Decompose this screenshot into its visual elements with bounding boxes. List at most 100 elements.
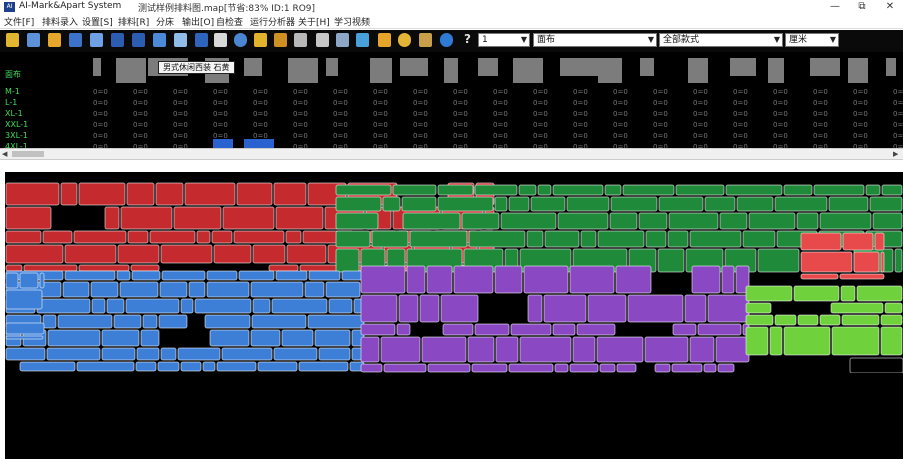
pattern-piece[interactable]: [745, 285, 793, 302]
pattern-piece[interactable]: [5, 206, 52, 230]
size-cell[interactable]: 0=0: [453, 110, 468, 118]
pattern-piece[interactable]: [839, 273, 885, 280]
pattern-piece[interactable]: [527, 294, 543, 323]
pattern-piece[interactable]: [285, 230, 302, 244]
pattern-piece[interactable]: [797, 314, 819, 326]
pattern-piece[interactable]: [604, 184, 622, 196]
piece-thumbnail[interactable]: [560, 58, 600, 76]
print-icon[interactable]: [90, 33, 103, 47]
pattern-piece[interactable]: [233, 230, 285, 244]
size-cell[interactable]: 0=0: [213, 99, 228, 107]
size-cell[interactable]: 0=0: [213, 121, 228, 129]
pattern-piece[interactable]: [494, 196, 508, 212]
pattern-piece[interactable]: [360, 336, 380, 363]
pattern-piece[interactable]: [335, 230, 371, 248]
pattern-piece[interactable]: [840, 285, 856, 302]
pattern-piece[interactable]: [64, 244, 117, 264]
pattern-piece[interactable]: [39, 272, 45, 289]
size-cell[interactable]: 0=0: [413, 99, 428, 107]
pattern-piece[interactable]: [668, 212, 719, 230]
pattern-piece[interactable]: [717, 363, 735, 373]
size-cell[interactable]: 0=0: [893, 99, 903, 107]
pattern-piece[interactable]: [800, 273, 839, 280]
pattern-piece[interactable]: [251, 314, 307, 329]
pattern-piece[interactable]: [554, 363, 569, 373]
piece-thumbnail[interactable]: [640, 58, 654, 76]
size-cell[interactable]: 0=0: [853, 132, 868, 140]
pattern-piece[interactable]: [206, 270, 238, 281]
pattern-piece[interactable]: [117, 244, 160, 264]
pattern-piece[interactable]: [644, 336, 689, 363]
pattern-piece[interactable]: [426, 265, 453, 294]
pattern-piece[interactable]: [252, 298, 271, 314]
pattern-piece[interactable]: [569, 363, 599, 373]
pattern-piece[interactable]: [745, 326, 769, 356]
pattern-piece[interactable]: [236, 182, 273, 206]
piece-thumbnail[interactable]: [288, 58, 318, 83]
size-cell[interactable]: 0=0: [173, 110, 188, 118]
size-cell[interactable]: 0=0: [93, 99, 108, 107]
pattern-piece[interactable]: [453, 265, 494, 294]
size-cell[interactable]: 0=0: [333, 88, 348, 96]
pattern-piece[interactable]: [142, 314, 158, 329]
pattern-piece[interactable]: [5, 335, 44, 340]
pattern-piece[interactable]: [5, 289, 43, 310]
size-cell[interactable]: 0=0: [213, 110, 228, 118]
pattern-piece[interactable]: [382, 196, 401, 212]
pattern-piece[interactable]: [196, 230, 211, 244]
size-cell[interactable]: 0=0: [133, 88, 148, 96]
pattern-piece[interactable]: [5, 182, 60, 206]
pattern-piece[interactable]: [526, 230, 544, 248]
measure-icon[interactable]: [294, 33, 307, 47]
pattern-piece[interactable]: [671, 363, 703, 373]
pattern-piece[interactable]: [610, 196, 658, 212]
size-cell[interactable]: 0=0: [293, 121, 308, 129]
pattern-piece[interactable]: [106, 298, 125, 314]
size-cell[interactable]: 0=0: [533, 88, 548, 96]
size-cell[interactable]: 0=0: [533, 121, 548, 129]
pattern-piece[interactable]: [335, 212, 379, 230]
pattern-piece[interactable]: [736, 196, 774, 212]
pattern-piece[interactable]: [204, 314, 251, 329]
pattern-piece[interactable]: [587, 294, 627, 323]
pattern-piece[interactable]: [257, 361, 298, 372]
size-cell[interactable]: 0=0: [493, 121, 508, 129]
pattern-piece[interactable]: [580, 230, 597, 248]
piece-thumbnail[interactable]: [116, 58, 146, 83]
pattern-piece[interactable]: [335, 196, 382, 212]
size-cell[interactable]: 0=0: [813, 99, 828, 107]
pattern-piece[interactable]: [325, 281, 361, 298]
size-cell[interactable]: 0=0: [653, 99, 668, 107]
menu-run-analyzer[interactable]: 运行分析器: [250, 15, 295, 28]
size-cell[interactable]: 0=0: [413, 88, 428, 96]
pattern-piece[interactable]: [442, 323, 474, 336]
menu-settings[interactable]: 设置[S]: [82, 15, 113, 28]
size-cell[interactable]: 0=0: [693, 121, 708, 129]
piece-thumbnail[interactable]: [513, 58, 543, 83]
pattern-piece[interactable]: [721, 265, 735, 294]
pattern-piece[interactable]: [769, 326, 783, 356]
pattern-piece[interactable]: [596, 336, 644, 363]
help-icon[interactable]: ?: [464, 32, 471, 46]
pattern-piece[interactable]: [250, 281, 304, 298]
pattern-piece[interactable]: [304, 281, 325, 298]
pattern-piece[interactable]: [471, 363, 508, 373]
size-cell[interactable]: 0=0: [733, 121, 748, 129]
pattern-piece[interactable]: [774, 314, 797, 326]
pattern-piece[interactable]: [42, 314, 57, 329]
pattern-piece[interactable]: [194, 298, 252, 314]
size-cell[interactable]: 0=0: [493, 99, 508, 107]
pattern-piece[interactable]: [819, 314, 841, 326]
size-cell[interactable]: 0=0: [133, 99, 148, 107]
pattern-piece[interactable]: [273, 182, 307, 206]
pattern-piece[interactable]: [158, 314, 188, 329]
close-button[interactable]: ✕: [880, 0, 900, 14]
pattern-piece[interactable]: [271, 298, 328, 314]
pattern-piece[interactable]: [136, 347, 160, 361]
pattern-piece[interactable]: [468, 230, 526, 248]
pattern-piece[interactable]: [689, 230, 742, 248]
size-cell[interactable]: 0=0: [613, 121, 628, 129]
pattern-piece[interactable]: [335, 184, 392, 196]
pattern-piece[interactable]: [371, 230, 409, 248]
size-cell[interactable]: 0=0: [253, 121, 268, 129]
